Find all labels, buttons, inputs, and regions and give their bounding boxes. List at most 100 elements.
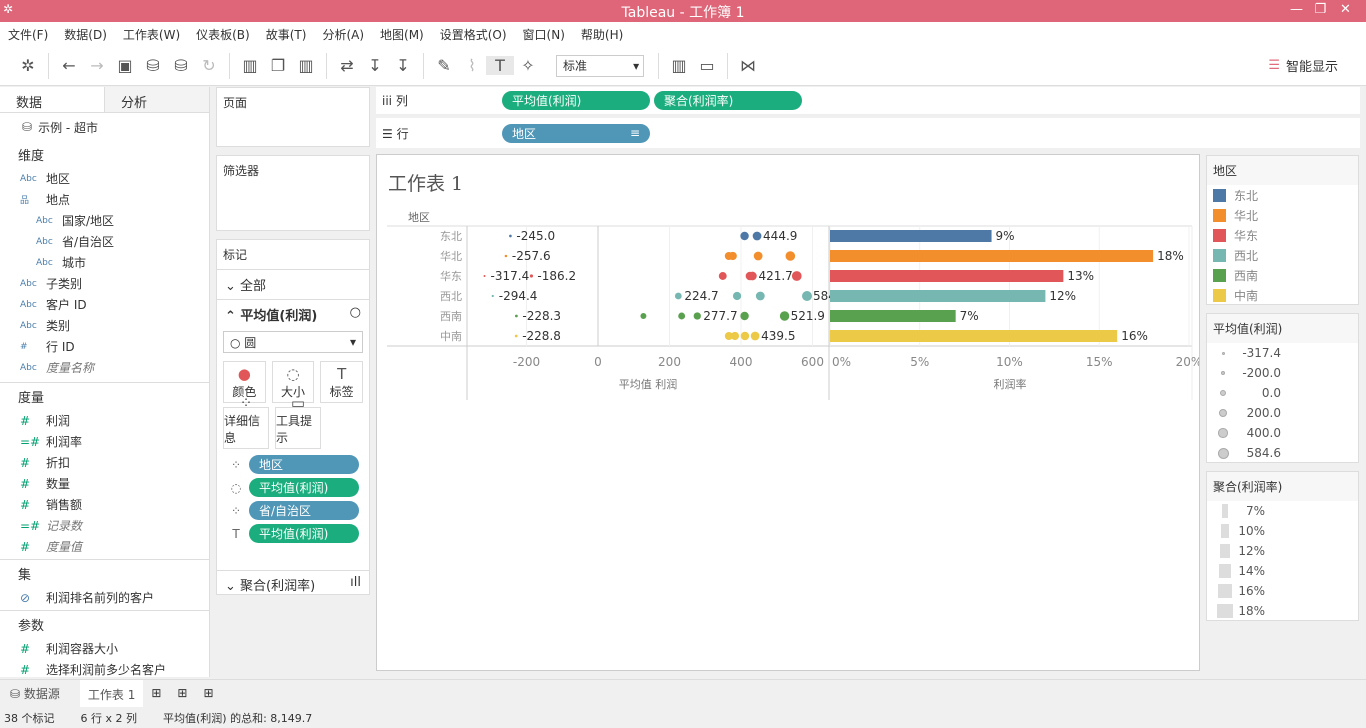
menu-item[interactable]: 分析(A) (322, 26, 364, 43)
row-pill[interactable]: 地区 ≡ (502, 123, 650, 143)
mark-pill[interactable]: 平均值(利润) (249, 524, 359, 543)
measure-field[interactable]: # 销售额 (0, 494, 209, 515)
scatter-point[interactable] (491, 294, 494, 298)
measure-field[interactable]: # 数量 (0, 473, 209, 494)
dimension-field[interactable]: Abc 地区 (0, 168, 209, 189)
new-datasource-icon[interactable]: ⛁ (139, 56, 167, 75)
scatter-point[interactable] (674, 292, 682, 300)
new-worksheet-icon[interactable]: ▥ (236, 56, 264, 75)
measure-field[interactable]: # 度量值 (0, 536, 209, 557)
column-pill[interactable]: 聚合(利润率) (654, 91, 802, 110)
scatter-point[interactable] (728, 251, 737, 261)
new-story-icon[interactable]: ⊞ (195, 686, 221, 700)
scatter-point[interactable] (529, 274, 534, 278)
scatter-point[interactable] (693, 312, 701, 320)
color-legend-item[interactable]: 西南 (1207, 265, 1358, 285)
scatter-point[interactable] (504, 254, 508, 258)
menu-item[interactable]: 帮助(H) (581, 26, 623, 43)
scatter-point[interactable] (755, 291, 765, 301)
color-legend-item[interactable]: 华东 (1207, 225, 1358, 245)
share-icon[interactable]: ⋈ (734, 56, 762, 75)
redo-icon[interactable]: → (83, 56, 111, 75)
bar[interactable] (830, 290, 1046, 302)
dimension-field[interactable]: 品 地点 (0, 189, 209, 210)
menu-item[interactable]: 设置格式(O) (440, 26, 507, 43)
scatter-point[interactable] (514, 314, 518, 318)
dimension-field[interactable]: Abc 子类别 (0, 273, 209, 294)
scatter-point[interactable] (801, 291, 812, 301)
swap-icon[interactable]: ⇄ (333, 56, 361, 75)
measure-field[interactable]: # 利润 (0, 410, 209, 431)
dimension-field[interactable]: # 行 ID (0, 336, 209, 357)
marks-all-tab[interactable]: ⌄ 全部 (217, 269, 369, 299)
menu-item[interactable]: 仪表板(B) (196, 26, 250, 43)
column-pill[interactable]: 平均值(利润) (502, 91, 650, 110)
bar[interactable] (830, 230, 992, 242)
dimension-field[interactable]: Abc 城市 (0, 252, 209, 273)
scatter-point[interactable] (509, 234, 512, 238)
scatter-point[interactable] (718, 272, 727, 280)
pause-updates-icon[interactable]: ⛁ (167, 56, 195, 75)
group-icon[interactable]: ⌇ (458, 56, 486, 75)
save-icon[interactable]: ▣ (111, 56, 139, 75)
duplicate-icon[interactable]: ❐ (264, 56, 292, 75)
set-item[interactable]: ⊘ 利润排名前列的客户 (0, 587, 209, 608)
scatter-point[interactable] (514, 334, 518, 338)
marks-avg-profit-tab[interactable]: ⌃ 平均值(利润) ○ (217, 299, 369, 329)
measure-field[interactable]: # 折扣 (0, 452, 209, 473)
scatter-point[interactable] (750, 331, 760, 341)
mark-pill[interactable]: 地区 (249, 455, 359, 474)
scatter-point[interactable] (640, 313, 647, 319)
tooltip-button[interactable]: ▭ 工具提示 (275, 394, 321, 449)
marks-agg-profit-ratio-tab[interactable]: ⌄ 聚合(利润率) ıll (217, 570, 369, 598)
scatter-point[interactable] (483, 275, 486, 277)
color-legend-item[interactable]: 西北 (1207, 245, 1358, 265)
scatter-point[interactable] (748, 271, 757, 281)
measure-field[interactable]: =# 利润率 (0, 431, 209, 452)
color-legend-item[interactable]: 华北 (1207, 205, 1358, 225)
menu-item[interactable]: 地图(M) (380, 26, 424, 43)
columns-shelf[interactable]: iii 列 平均值(利润) 聚合(利润率) (376, 87, 1360, 115)
presentation-icon[interactable]: ▭ (693, 56, 721, 75)
scatter-point[interactable] (740, 311, 749, 321)
show-labels-icon[interactable]: T (486, 56, 514, 75)
filters-shelf[interactable]: 筛选器 (216, 155, 370, 231)
scatter-point[interactable] (753, 251, 763, 261)
parameter-item[interactable]: # 利润容器大小 (0, 638, 209, 659)
clear-sheet-icon[interactable]: ▥ (292, 56, 320, 75)
pages-shelf[interactable]: 页面 (216, 87, 370, 147)
scatter-point[interactable] (779, 311, 790, 321)
measure-field[interactable]: =# 记录数 (0, 515, 209, 536)
scatter-point[interactable] (740, 331, 750, 341)
new-dashboard-icon[interactable]: ⊞ (169, 686, 195, 700)
scatter-point[interactable] (740, 231, 749, 241)
bar[interactable] (830, 250, 1154, 262)
tableau-home-icon[interactable]: ✲ (14, 56, 42, 75)
highlight-icon[interactable]: ✎ (430, 56, 458, 75)
scatter-point[interactable] (732, 291, 742, 301)
menu-item[interactable]: 故事(T) (266, 26, 307, 43)
mark-pill[interactable]: 省/自治区 (249, 501, 359, 520)
refresh-icon[interactable]: ↻ (195, 56, 223, 75)
scatter-point[interactable] (785, 251, 796, 261)
bar[interactable] (830, 310, 956, 322)
pin-icon[interactable]: ✧ (514, 56, 542, 75)
tab-data[interactable]: 数据 (0, 87, 104, 112)
tab-analysis[interactable]: 分析 (104, 87, 209, 112)
show-me-button[interactable]: ☰ 智能显示 (1268, 56, 1338, 75)
bar[interactable] (830, 270, 1064, 282)
parameter-item[interactable]: # 选择利润前多少名客户 (0, 659, 209, 680)
mark-type-select[interactable]: ○ 圆 ▾ (223, 331, 363, 353)
mark-pill[interactable]: 平均值(利润) (249, 478, 359, 497)
menu-item[interactable]: 文件(F) (8, 26, 48, 43)
dimension-field[interactable]: Abc 类别 (0, 315, 209, 336)
scatter-point[interactable] (791, 271, 802, 281)
datasource-name[interactable]: 示例 - 超市 (38, 119, 98, 136)
bar[interactable] (830, 330, 1118, 342)
tab-datasource[interactable]: ⛁ 数据源 (0, 685, 80, 702)
menu-item[interactable]: 工作表(W) (123, 26, 180, 43)
new-worksheet-icon[interactable]: ⊞ (143, 686, 169, 700)
dimension-field[interactable]: Abc 国家/地区 (0, 210, 209, 231)
label-button[interactable]: T 标签 (320, 361, 364, 403)
show-cards-icon[interactable]: ▥ (665, 56, 693, 75)
